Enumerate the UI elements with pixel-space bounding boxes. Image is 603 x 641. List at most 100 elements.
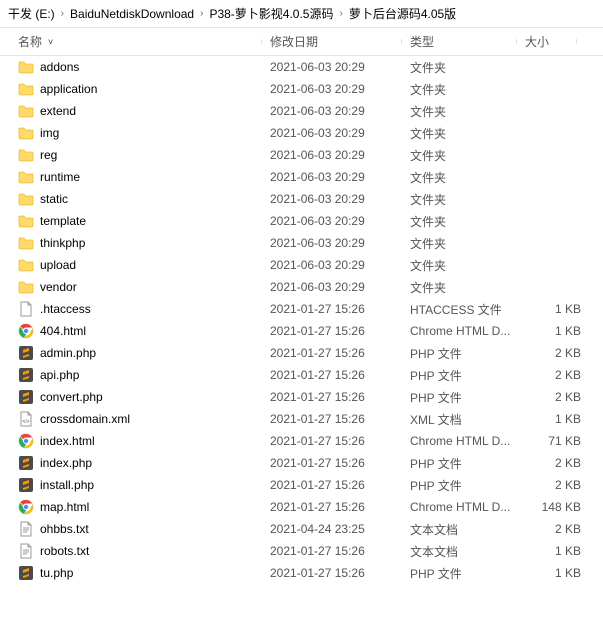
file-list: addons2021-06-03 20:29文件夹application2021… — [0, 56, 603, 584]
file-row[interactable]: convert.php2021-01-27 15:26PHP 文件2 KB — [0, 386, 603, 408]
file-name: map.html — [40, 500, 89, 514]
breadcrumb-item[interactable]: 干发 (E:) — [8, 5, 55, 22]
chrome-icon — [18, 499, 34, 515]
file-date: 2021-06-03 20:29 — [270, 280, 410, 294]
chrome-icon — [18, 323, 34, 339]
file-date: 2021-06-03 20:29 — [270, 148, 410, 162]
file-date: 2021-06-03 20:29 — [270, 104, 410, 118]
file-name: index.php — [40, 456, 92, 470]
file-type: XML 文档 — [410, 411, 525, 428]
file-type: HTACCESS 文件 — [410, 301, 525, 318]
file-row[interactable]: vendor2021-06-03 20:29文件夹 — [0, 276, 603, 298]
folder-icon — [18, 235, 34, 251]
file-date: 2021-04-24 23:25 — [270, 522, 410, 536]
sublime-icon — [18, 367, 34, 383]
file-name: api.php — [40, 368, 79, 382]
file-row[interactable]: template2021-06-03 20:29文件夹 — [0, 210, 603, 232]
column-size[interactable]: 大小 — [525, 33, 585, 50]
column-type-label: 类型 — [410, 35, 434, 49]
chevron-right-icon: › — [61, 8, 64, 19]
file-row[interactable]: crossdomain.xml2021-01-27 15:26XML 文档1 K… — [0, 408, 603, 430]
folder-icon — [18, 213, 34, 229]
file-date: 2021-01-27 15:26 — [270, 390, 410, 404]
folder-icon — [18, 125, 34, 141]
file-row[interactable]: map.html2021-01-27 15:26Chrome HTML D...… — [0, 496, 603, 518]
file-row[interactable]: reg2021-06-03 20:29文件夹 — [0, 144, 603, 166]
file-name: index.html — [40, 434, 95, 448]
file-date: 2021-01-27 15:26 — [270, 346, 410, 360]
sublime-icon — [18, 565, 34, 581]
file-size: 2 KB — [525, 456, 585, 470]
file-size: 71 KB — [525, 434, 585, 448]
file-date: 2021-01-27 15:26 — [270, 412, 410, 426]
file-row[interactable]: img2021-06-03 20:29文件夹 — [0, 122, 603, 144]
breadcrumb-item[interactable]: P38-萝卜影视4.0.5源码 — [209, 5, 333, 22]
file-row[interactable]: api.php2021-01-27 15:26PHP 文件2 KB — [0, 364, 603, 386]
chevron-right-icon: › — [339, 8, 342, 19]
file-name: static — [40, 192, 68, 206]
file-name: thinkphp — [40, 236, 85, 250]
file-date: 2021-01-27 15:26 — [270, 368, 410, 382]
file-date: 2021-06-03 20:29 — [270, 170, 410, 184]
file-row[interactable]: admin.php2021-01-27 15:26PHP 文件2 KB — [0, 342, 603, 364]
sublime-icon — [18, 455, 34, 471]
file-row[interactable]: 404.html2021-01-27 15:26Chrome HTML D...… — [0, 320, 603, 342]
breadcrumb-item[interactable]: BaiduNetdiskDownload — [70, 7, 194, 21]
column-size-label: 大小 — [525, 35, 549, 49]
file-row[interactable]: index.php2021-01-27 15:26PHP 文件2 KB — [0, 452, 603, 474]
folder-icon — [18, 103, 34, 119]
breadcrumb[interactable]: 干发 (E:) › BaiduNetdiskDownload › P38-萝卜影视4.0… — [0, 0, 603, 28]
file-row[interactable]: .htaccess2021-01-27 15:26HTACCESS 文件1 KB — [0, 298, 603, 320]
file-date: 2021-06-03 20:29 — [270, 60, 410, 74]
text-icon — [18, 521, 34, 537]
folder-icon — [18, 147, 34, 163]
breadcrumb-item[interactable]: 萝卜后台源码4.05版 — [349, 5, 456, 22]
file-type: PHP 文件 — [410, 367, 525, 384]
file-date: 2021-01-27 15:26 — [270, 456, 410, 470]
file-size: 148 KB — [525, 500, 585, 514]
file-size: 1 KB — [525, 302, 585, 316]
xml-icon — [18, 411, 34, 427]
file-row[interactable]: ohbbs.txt2021-04-24 23:25文本文档2 KB — [0, 518, 603, 540]
file-date: 2021-01-27 15:26 — [270, 478, 410, 492]
file-size: 2 KB — [525, 478, 585, 492]
column-name[interactable]: 名称 ˅ — [0, 33, 270, 50]
file-row[interactable]: install.php2021-01-27 15:26PHP 文件2 KB — [0, 474, 603, 496]
column-date[interactable]: 修改日期 — [270, 33, 410, 50]
file-row[interactable]: static2021-06-03 20:29文件夹 — [0, 188, 603, 210]
text-icon — [18, 543, 34, 559]
file-type: 文件夹 — [410, 257, 525, 274]
file-type: 文件夹 — [410, 235, 525, 252]
file-type: PHP 文件 — [410, 345, 525, 362]
file-date: 2021-06-03 20:29 — [270, 82, 410, 96]
file-row[interactable]: robots.txt2021-01-27 15:26文本文档1 KB — [0, 540, 603, 562]
file-date: 2021-06-03 20:29 — [270, 258, 410, 272]
file-row[interactable]: upload2021-06-03 20:29文件夹 — [0, 254, 603, 276]
file-date: 2021-01-27 15:26 — [270, 324, 410, 338]
file-row[interactable]: tu.php2021-01-27 15:26PHP 文件1 KB — [0, 562, 603, 584]
sublime-icon — [18, 389, 34, 405]
file-name: runtime — [40, 170, 80, 184]
file-name: .htaccess — [40, 302, 91, 316]
folder-icon — [18, 191, 34, 207]
file-type: 文件夹 — [410, 103, 525, 120]
file-type: Chrome HTML D... — [410, 500, 525, 514]
file-row[interactable]: application2021-06-03 20:29文件夹 — [0, 78, 603, 100]
file-row[interactable]: extend2021-06-03 20:29文件夹 — [0, 100, 603, 122]
file-name: ohbbs.txt — [40, 522, 89, 536]
file-type: 文件夹 — [410, 59, 525, 76]
file-name: img — [40, 126, 59, 140]
file-row[interactable]: addons2021-06-03 20:29文件夹 — [0, 56, 603, 78]
file-type: 文件夹 — [410, 169, 525, 186]
column-type[interactable]: 类型 — [410, 33, 525, 50]
file-row[interactable]: thinkphp 2021-06-03 20:29文件夹 — [0, 232, 603, 254]
file-size: 1 KB — [525, 566, 585, 580]
sublime-icon — [18, 345, 34, 361]
file-name: robots.txt — [40, 544, 89, 558]
sublime-icon — [18, 477, 34, 493]
file-type: 文件夹 — [410, 279, 525, 296]
file-date: 2021-06-03 20:29 — [270, 236, 410, 250]
folder-icon — [18, 81, 34, 97]
file-row[interactable]: index.html2021-01-27 15:26Chrome HTML D.… — [0, 430, 603, 452]
file-row[interactable]: runtime 2021-06-03 20:29文件夹 — [0, 166, 603, 188]
